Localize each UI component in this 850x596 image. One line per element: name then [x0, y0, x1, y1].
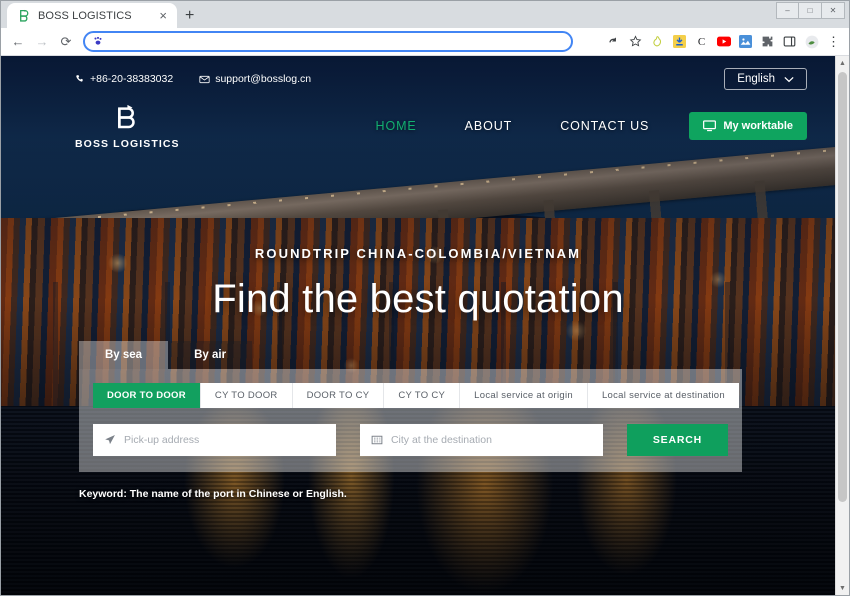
page-scrollbar[interactable]: ▲ ▼ [835, 56, 849, 595]
boss-logistics-page: +86-20-38383032 support@bosslog.cn Engli… [1, 56, 835, 595]
origin-field[interactable] [93, 424, 336, 456]
destination-city-input[interactable] [390, 434, 592, 446]
search-fields: SEARCH [93, 424, 729, 456]
phone-item[interactable]: +86-20-38383032 [75, 73, 173, 85]
chrome-menu-icon[interactable]: ⋮ [826, 34, 841, 49]
window-close-button[interactable]: ✕ [822, 2, 845, 19]
logo-wordmark: BOSS LOGISTICS [75, 138, 180, 150]
sidepanel-icon[interactable] [782, 34, 797, 49]
forward-button[interactable]: → [31, 31, 53, 53]
location-arrow-icon [104, 434, 116, 446]
site-topbar: +86-20-38383032 support@bosslog.cn Engli… [1, 68, 835, 90]
tab-by-air[interactable]: By air [168, 341, 253, 369]
transport-mode-tabs: By sea By air [79, 341, 742, 369]
page-viewport: +86-20-38383032 support@bosslog.cn Engli… [1, 56, 849, 595]
quotation-search-widget: By sea By air DOOR TO DOOR CY TO DOOR DO… [79, 341, 742, 472]
site-navbar: BOSS LOGISTICS HOME ABOUT CONTACT US My … [1, 101, 835, 150]
envelope-icon [199, 75, 210, 83]
phone-number: +86-20-38383032 [90, 73, 174, 85]
tab-strip: BOSS LOGISTICS × + – □ ✕ [1, 1, 849, 28]
browser-toolbar: ← → ⟳ C ⋮ [1, 28, 849, 56]
email-address: support@bosslog.cn [215, 73, 312, 85]
back-button[interactable]: ← [7, 31, 29, 53]
search-button[interactable]: SEARCH [626, 424, 729, 456]
search-panel: DOOR TO DOOR CY TO DOOR DOOR TO CY CY TO… [79, 369, 742, 472]
email-item[interactable]: support@bosslog.cn [199, 73, 311, 85]
download-extension-icon[interactable] [672, 34, 687, 49]
paw-site-icon [93, 36, 103, 48]
bookmark-star-icon[interactable] [628, 34, 643, 49]
hero-headline: Find the best quotation [212, 277, 624, 321]
scroll-up-arrow-icon[interactable]: ▲ [836, 56, 849, 70]
browser-tab[interactable]: BOSS LOGISTICS × [7, 3, 177, 28]
tab-cy-to-door[interactable]: CY TO DOOR [200, 383, 293, 408]
tab-local-service-origin[interactable]: Local service at origin [460, 383, 588, 408]
tab-cy-to-cy[interactable]: CY TO CY [384, 383, 461, 408]
window-maximize-button[interactable]: □ [799, 2, 822, 19]
youtube-extension-icon[interactable] [716, 34, 731, 49]
city-building-icon [371, 434, 383, 446]
puzzle-extensions-icon[interactable] [760, 34, 775, 49]
boss-b-logo-icon [18, 9, 31, 22]
monitor-icon [703, 119, 717, 131]
my-worktable-label: My worktable [723, 119, 793, 132]
nav-item-contact-us[interactable]: CONTACT US [536, 119, 673, 133]
tab-close-icon[interactable]: × [157, 9, 169, 22]
new-tab-button[interactable]: + [185, 8, 194, 24]
language-label: English [737, 73, 775, 85]
main-nav: HOME ABOUT CONTACT US My worktable [352, 111, 807, 140]
address-bar[interactable] [83, 31, 573, 52]
tab-local-service-destination[interactable]: Local service at destination [587, 383, 739, 408]
phone-icon [76, 75, 83, 82]
pickup-address-input[interactable] [124, 434, 325, 446]
scroll-down-arrow-icon[interactable]: ▼ [836, 581, 849, 595]
image-extension-icon[interactable] [738, 34, 753, 49]
destination-field[interactable] [359, 424, 603, 456]
hero-kicker: ROUNDTRIP CHINA-COLOMBIA/VIETNAM [254, 246, 582, 261]
undo-icon[interactable] [606, 34, 621, 49]
address-input[interactable] [109, 35, 563, 48]
reload-button[interactable]: ⟳ [55, 31, 77, 53]
tab-title: BOSS LOGISTICS [38, 9, 132, 22]
contact-info: +86-20-38383032 support@bosslog.cn [75, 73, 311, 85]
nav-item-home[interactable]: HOME [352, 119, 441, 133]
window-controls: – □ ✕ [776, 2, 845, 19]
hero-copy: ROUNDTRIP CHINA-COLOMBIA/VIETNAM Find th… [1, 246, 835, 322]
keyword-hint: Keyword: The name of the port in Chinese… [79, 488, 347, 500]
browser-window: BOSS LOGISTICS × + – □ ✕ ← → ⟳ C ⋮ +86-2… [0, 0, 850, 596]
pear-extension-icon[interactable] [650, 34, 665, 49]
boss-b-monogram-icon [110, 101, 144, 135]
site-content: +86-20-38383032 support@bosslog.cn Engli… [1, 56, 835, 595]
language-selector[interactable]: English [724, 68, 807, 90]
nav-item-about[interactable]: ABOUT [441, 119, 537, 133]
service-type-tabs: DOOR TO DOOR CY TO DOOR DOOR TO CY CY TO… [93, 383, 739, 408]
site-logo[interactable]: BOSS LOGISTICS [75, 101, 180, 150]
tab-door-to-door[interactable]: DOOR TO DOOR [93, 383, 201, 408]
tab-door-to-cy[interactable]: DOOR TO CY [292, 383, 385, 408]
scrollbar-thumb[interactable] [838, 72, 847, 502]
c-extension-icon[interactable]: C [694, 34, 709, 49]
profile-avatar-icon[interactable] [804, 34, 819, 49]
my-worktable-button[interactable]: My worktable [689, 111, 807, 140]
window-minimize-button[interactable]: – [776, 2, 799, 19]
chevron-down-icon [784, 76, 794, 82]
extensions-area: C ⋮ [606, 34, 843, 49]
tab-by-sea[interactable]: By sea [79, 341, 169, 369]
